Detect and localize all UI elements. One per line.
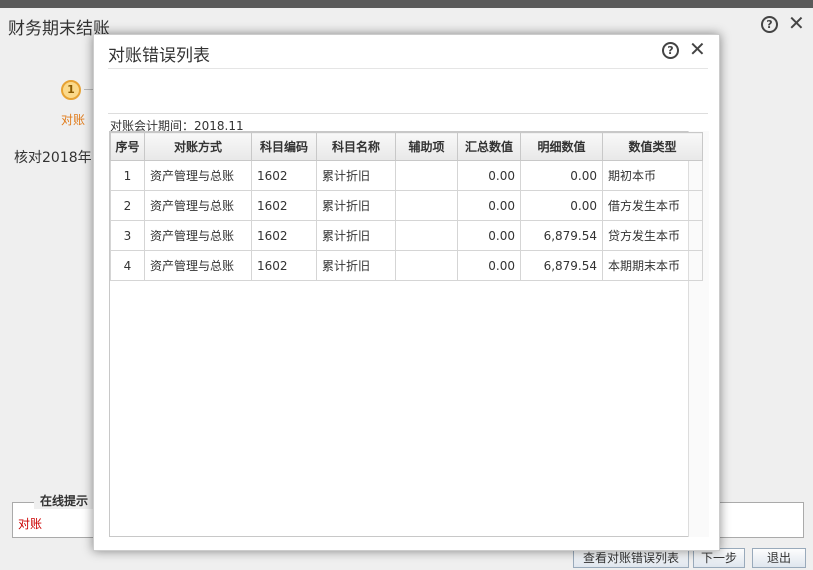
col-header-method[interactable]: 对账方式 xyxy=(144,132,252,161)
title-divider xyxy=(108,68,708,69)
cell-code: 1602 xyxy=(251,220,317,251)
col-header-seq[interactable]: 序号 xyxy=(110,132,145,161)
cell-method: 资产管理与总账 xyxy=(144,190,252,221)
cell-name: 累计折旧 xyxy=(316,160,396,191)
col-header-aux[interactable]: 辅助项 xyxy=(395,132,458,161)
online-tip-text: 对账 xyxy=(18,517,43,531)
cell-code: 1602 xyxy=(251,250,317,281)
cell-name: 累计折旧 xyxy=(316,220,396,251)
dialog-help-icon[interactable]: ? xyxy=(662,42,679,59)
col-header-detail[interactable]: 明细数值 xyxy=(520,132,603,161)
cell-seq: 1 xyxy=(110,160,145,191)
cell-method: 资产管理与总账 xyxy=(144,160,252,191)
dialog-close-icon[interactable]: ✕ xyxy=(689,37,706,61)
cell-seq: 4 xyxy=(110,250,145,281)
table-header-row: 序号 对账方式 科目编码 科目名称 辅助项 汇总数值 明细数值 数值类型 xyxy=(110,132,703,161)
cell-type: 贷方发生本币 xyxy=(602,220,703,251)
view-errors-button[interactable]: 查看对账错误列表 xyxy=(573,548,689,568)
cell-detail: 0.00 xyxy=(520,160,603,191)
step-description: 核对2018年 xyxy=(14,150,92,166)
help-icon[interactable]: ? xyxy=(761,16,778,33)
reconcile-error-dialog: 对账错误列表 ? ✕ 对账会计期间：2018.11 序号 对账方式 科目编码 科… xyxy=(93,34,720,551)
cell-code: 1602 xyxy=(251,160,317,191)
dialog-title: 对账错误列表 xyxy=(108,46,210,66)
col-header-summary[interactable]: 汇总数值 xyxy=(457,132,521,161)
cell-aux xyxy=(395,250,458,281)
cell-summary: 0.00 xyxy=(457,220,521,251)
error-table: 序号 对账方式 科目编码 科目名称 辅助项 汇总数值 明细数值 数值类型 1 资… xyxy=(110,132,703,281)
cell-seq: 2 xyxy=(110,190,145,221)
step-indicator: 1 xyxy=(61,80,81,100)
cell-summary: 0.00 xyxy=(457,250,521,281)
table-row[interactable]: 3 资产管理与总账 1602 累计折旧 0.00 6,879.54 贷方发生本币 xyxy=(110,220,703,251)
cell-type: 期初本币 xyxy=(602,160,703,191)
cell-detail: 6,879.54 xyxy=(520,220,603,251)
cell-seq: 3 xyxy=(110,220,145,251)
col-header-code[interactable]: 科目编码 xyxy=(251,132,317,161)
col-header-name[interactable]: 科目名称 xyxy=(316,132,396,161)
cell-method: 资产管理与总账 xyxy=(144,220,252,251)
cell-aux xyxy=(395,220,458,251)
cell-type: 借方发生本币 xyxy=(602,190,703,221)
cell-type: 本期期末本币 xyxy=(602,250,703,281)
cell-name: 累计折旧 xyxy=(316,190,396,221)
next-step-button[interactable]: 下一步 xyxy=(693,548,745,568)
cell-aux xyxy=(395,190,458,221)
table-row[interactable]: 4 资产管理与总账 1602 累计折旧 0.00 6,879.54 本期期末本币 xyxy=(110,250,703,281)
cell-summary: 0.00 xyxy=(457,160,521,191)
online-tip-legend: 在线提示 xyxy=(34,492,95,509)
step-label: 对账 xyxy=(61,113,86,127)
toolbar-divider xyxy=(108,113,708,114)
cell-detail: 0.00 xyxy=(520,190,603,221)
cell-detail: 6,879.54 xyxy=(520,250,603,281)
close-icon[interactable]: ✕ xyxy=(788,11,805,35)
table-row[interactable]: 2 资产管理与总账 1602 累计折旧 0.00 0.00 借方发生本币 xyxy=(110,190,703,221)
exit-button[interactable]: 退出 xyxy=(752,548,806,568)
cell-name: 累计折旧 xyxy=(316,250,396,281)
cell-aux xyxy=(395,160,458,191)
cell-method: 资产管理与总账 xyxy=(144,250,252,281)
table-row[interactable]: 1 资产管理与总账 1602 累计折旧 0.00 0.00 期初本币 xyxy=(110,160,703,191)
top-strip xyxy=(0,0,813,8)
cell-summary: 0.00 xyxy=(457,190,521,221)
col-header-type[interactable]: 数值类型 xyxy=(602,132,703,161)
cell-code: 1602 xyxy=(251,190,317,221)
